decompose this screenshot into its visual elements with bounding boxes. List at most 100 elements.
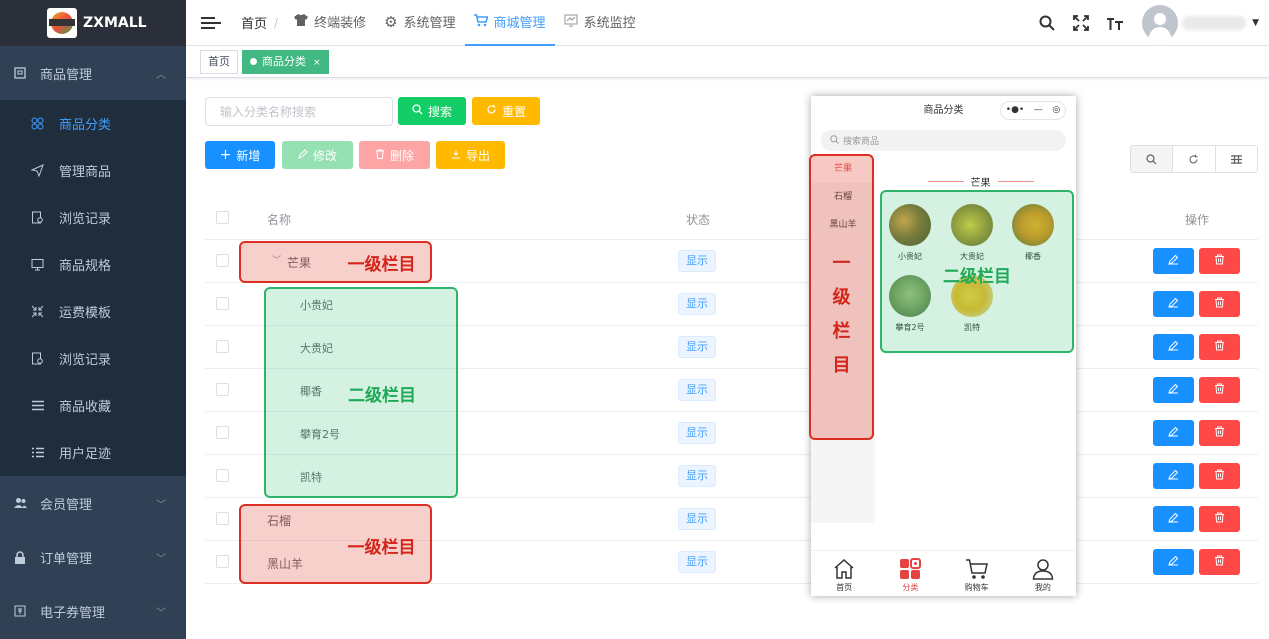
- sidebar-item-browse-history-2[interactable]: 浏览记录: [0, 335, 186, 382]
- row-delete-button[interactable]: [1199, 549, 1240, 575]
- chevron-down-icon: ﹀: [156, 554, 166, 565]
- menu-group-coupons[interactable]: 电子券管理 ﹀: [0, 584, 186, 638]
- edit-button[interactable]: 修改: [282, 141, 353, 169]
- row-checkbox[interactable]: [216, 512, 229, 525]
- delete-button[interactable]: 删除: [359, 141, 430, 169]
- avatar[interactable]: [1142, 5, 1179, 41]
- annotation-label: 二级栏目: [348, 386, 416, 406]
- sidebar-item-browse-history[interactable]: 浏览记录: [0, 194, 186, 241]
- tag-category[interactable]: 商品分类 ×: [242, 49, 329, 74]
- category-search-input[interactable]: [205, 97, 393, 126]
- trash-icon: [1214, 555, 1225, 569]
- breadcrumb-separator: /: [274, 15, 279, 30]
- annotation-char: 一: [832, 253, 851, 274]
- phone-capsule: •●• — ◎: [1000, 101, 1066, 120]
- square-icon: [12, 65, 28, 81]
- topbar-right: ▼: [1030, 0, 1269, 46]
- columns-icon[interactable]: [1215, 145, 1258, 173]
- minimize-icon[interactable]: —: [1034, 96, 1043, 125]
- target-icon[interactable]: ◎: [1052, 96, 1060, 125]
- phone-tab-cart[interactable]: 购物车: [944, 551, 1010, 596]
- search-icon[interactable]: [1030, 15, 1064, 31]
- row-edit-button[interactable]: [1153, 420, 1194, 446]
- row-delete-button[interactable]: [1199, 248, 1240, 274]
- breadcrumb-home[interactable]: 首页: [241, 13, 267, 32]
- shirt-icon: [294, 14, 309, 29]
- trash-icon: [1214, 297, 1225, 311]
- row-delete-button[interactable]: [1199, 334, 1240, 360]
- trash-icon: [1214, 254, 1225, 268]
- reset-button[interactable]: 重置: [472, 97, 540, 125]
- row-edit-button[interactable]: [1153, 291, 1194, 317]
- close-icon[interactable]: ×: [313, 58, 321, 68]
- row-delete-button[interactable]: [1199, 506, 1240, 532]
- phone-tab-category[interactable]: 分类: [877, 551, 943, 596]
- phone-tab-me[interactable]: 我的: [1010, 551, 1076, 596]
- sidebar-item-footprints[interactable]: 用户足迹: [0, 429, 186, 476]
- row-edit-button[interactable]: [1153, 463, 1194, 489]
- header-status: 状态: [686, 213, 711, 227]
- row-edit-button[interactable]: [1153, 377, 1194, 403]
- tag-home[interactable]: 首页: [200, 49, 238, 74]
- row-delete-button[interactable]: [1199, 463, 1240, 489]
- fullscreen-icon[interactable]: [1064, 15, 1098, 31]
- phone-tab-home[interactable]: 首页: [811, 551, 877, 596]
- row-edit-button[interactable]: [1153, 248, 1194, 274]
- logo[interactable]: ZXMALL: [0, 0, 186, 46]
- sidebar-item-shipping[interactable]: 运费模板: [0, 288, 186, 335]
- row-checkbox[interactable]: [216, 297, 229, 310]
- search-button[interactable]: 搜索: [398, 97, 466, 125]
- delete-button-label: 删除: [389, 148, 414, 163]
- add-button[interactable]: + 新增: [205, 141, 275, 169]
- sidebar-item-favorites[interactable]: 商品收藏: [0, 382, 186, 429]
- topnav-decoration[interactable]: 终端装修: [285, 0, 375, 46]
- select-all-checkbox[interactable]: [216, 211, 229, 224]
- more-icon[interactable]: •●•: [1006, 96, 1024, 125]
- sidebar-item-manage-goods[interactable]: 管理商品: [0, 147, 186, 194]
- menu-group-members[interactable]: 会员管理 ﹀: [0, 476, 186, 530]
- refresh-icon[interactable]: [1173, 145, 1216, 173]
- row-checkbox[interactable]: [216, 555, 229, 568]
- hamburger-icon[interactable]: [201, 16, 221, 29]
- menu-group-orders[interactable]: 订单管理 ﹀: [0, 530, 186, 584]
- row-delete-button[interactable]: [1199, 420, 1240, 446]
- tab-label: 我的: [1034, 583, 1051, 592]
- status-badge: 显示: [678, 379, 716, 401]
- row-checkbox[interactable]: [216, 254, 229, 267]
- menu-group-label: 商品管理: [40, 67, 93, 83]
- phone-search-placeholder: 搜索商品: [843, 137, 880, 147]
- annotation-label: 一级栏目: [347, 537, 416, 558]
- topnav-monitor[interactable]: 系统监控: [555, 0, 645, 46]
- topnav-label: 商城管理: [493, 16, 546, 31]
- topnav-system[interactable]: ⚙ 系统管理: [375, 0, 464, 46]
- font-size-icon[interactable]: [1098, 15, 1132, 31]
- sidebar-item-category[interactable]: 商品分类: [0, 100, 186, 147]
- row-edit-button[interactable]: [1153, 549, 1194, 575]
- menu-group-goods[interactable]: 商品管理 ︿: [0, 46, 186, 100]
- tab-label: 购物车: [964, 583, 989, 592]
- row-edit-button[interactable]: [1153, 334, 1194, 360]
- export-button[interactable]: 导出: [436, 141, 505, 169]
- edit-button-label: 修改: [312, 148, 337, 163]
- toggle-search-icon[interactable]: [1130, 145, 1174, 173]
- row-delete-button[interactable]: [1199, 291, 1240, 317]
- sidebar-item-label: 商品收藏: [59, 400, 112, 415]
- caret-down-icon[interactable]: ▼: [1252, 18, 1259, 28]
- pencil-icon: [1168, 297, 1179, 311]
- annotation-label: 二级栏目: [943, 267, 1011, 287]
- topnav-mall[interactable]: 商城管理: [464, 0, 555, 46]
- row-checkbox[interactable]: [216, 383, 229, 396]
- trash-icon: [1214, 512, 1225, 526]
- row-edit-button[interactable]: [1153, 506, 1194, 532]
- row-checkbox[interactable]: [216, 340, 229, 353]
- row-checkbox[interactable]: [216, 469, 229, 482]
- plus-icon: +: [219, 147, 232, 163]
- sidebar-item-specs[interactable]: 商品规格: [0, 241, 186, 288]
- phone-section-title: 芒果: [922, 174, 1039, 189]
- table-header: 名称 状态 操作: [205, 196, 1258, 240]
- row-delete-button[interactable]: [1199, 377, 1240, 403]
- list-icon: [30, 398, 45, 413]
- trash-icon: [375, 148, 385, 162]
- row-checkbox[interactable]: [216, 426, 229, 439]
- phone-search-bar[interactable]: 搜索商品: [821, 130, 1066, 151]
